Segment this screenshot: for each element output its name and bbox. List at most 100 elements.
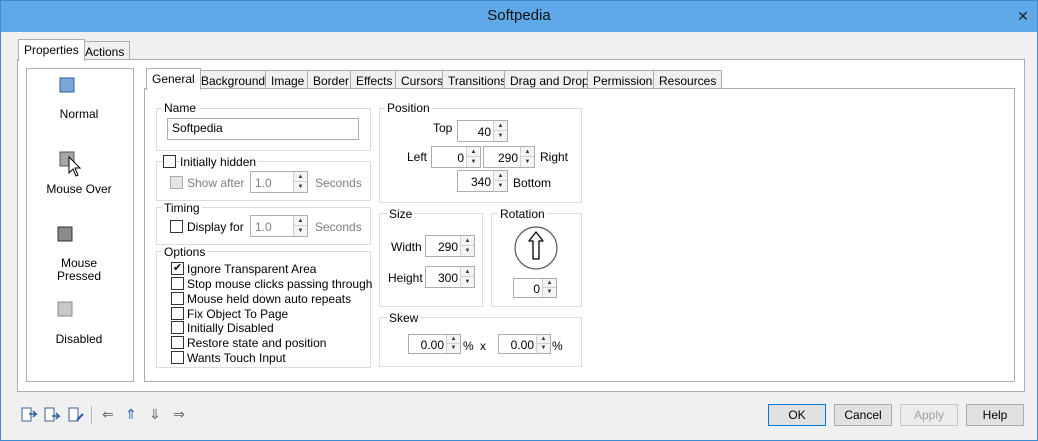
name-input[interactable]: Softpedia	[167, 118, 359, 140]
display-for-label: Display for	[187, 220, 244, 234]
chevron-down-icon[interactable]: ▼	[543, 288, 556, 297]
chevron-up-icon[interactable]: ▲	[521, 147, 534, 157]
left-stepper[interactable]: 0 ▲ ▼	[431, 146, 481, 168]
chevron-down-icon[interactable]: ▼	[461, 246, 474, 256]
tab-general[interactable]: General	[146, 68, 201, 90]
show-after-checkbox[interactable]	[170, 176, 183, 189]
rotation-group-label: Rotation	[498, 207, 547, 221]
tab-background[interactable]: Background	[195, 70, 272, 90]
right-stepper[interactable]: 290 ▲ ▼	[483, 146, 535, 168]
chevron-down-icon[interactable]: ▼	[537, 344, 550, 353]
chevron-up-icon[interactable]: ▲	[543, 279, 556, 288]
options-group-label: Options	[162, 245, 208, 259]
top-label: Top	[433, 121, 453, 135]
option-checkbox[interactable]	[171, 351, 184, 364]
chevron-down-icon[interactable]: ▼	[294, 182, 307, 192]
width-stepper[interactable]: 290 ▲ ▼	[425, 235, 475, 257]
chevron-down-icon[interactable]: ▼	[294, 226, 307, 236]
chevron-up-icon[interactable]: ▲	[294, 172, 307, 182]
tab-cursors[interactable]: Cursors	[395, 70, 450, 90]
disabled-state-icon[interactable]	[57, 301, 73, 317]
display-for-value: 1.0	[255, 220, 272, 234]
tab-effects[interactable]: Effects	[350, 70, 399, 90]
chevron-up-icon[interactable]: ▲	[447, 335, 460, 344]
initially-hidden-checkbox[interactable]	[163, 155, 176, 168]
skew-x-stepper[interactable]: 0.00 ▲ ▼	[408, 334, 461, 354]
chevron-up-icon[interactable]: ▲	[494, 121, 507, 131]
page-forward-icon[interactable]	[43, 406, 61, 424]
tab-transitions[interactable]: Transitions	[442, 70, 513, 90]
show-after-label: Show after	[187, 176, 245, 190]
skew-group-label: Skew	[387, 311, 421, 325]
timing-group-label: Timing	[162, 201, 202, 215]
option-label: Wants Touch Input	[187, 351, 286, 365]
chevron-down-icon[interactable]: ▼	[494, 131, 507, 141]
size-group	[379, 213, 483, 307]
skew-times-label: x	[480, 339, 486, 353]
rotation-dial-icon[interactable]	[513, 225, 559, 271]
right-value: 290	[497, 151, 518, 165]
option-checkbox[interactable]	[171, 336, 184, 349]
title-bar: Softpedia ✕	[1, 1, 1037, 32]
option-checkbox[interactable]	[171, 307, 184, 320]
page-export-icon[interactable]	[20, 406, 38, 424]
chevron-up-icon[interactable]: ▲	[294, 216, 307, 226]
tab-properties[interactable]: Properties	[18, 39, 85, 61]
state-mouse-pressed-label: Mouse Pressed	[56, 256, 102, 283]
chevron-down-icon[interactable]: ▼	[494, 181, 507, 191]
tab-drag-and-drop[interactable]: Drag and Drop	[504, 70, 595, 90]
top-value: 40	[477, 125, 491, 139]
normal-state-icon[interactable]	[59, 77, 75, 93]
arrow-up-icon[interactable]: ⇑	[122, 405, 140, 423]
show-after-unit: Seconds	[315, 176, 362, 190]
arrow-left-icon[interactable]: ⇐	[99, 405, 117, 423]
chevron-up-icon[interactable]: ▲	[537, 335, 550, 344]
option-checkbox[interactable]	[171, 321, 184, 334]
ok-button[interactable]: OK	[768, 404, 826, 426]
skew-y-stepper[interactable]: 0.00 ▲ ▼	[498, 334, 551, 354]
mouse-pressed-state-icon[interactable]	[57, 226, 73, 242]
chevron-up-icon[interactable]: ▲	[461, 236, 474, 246]
height-label: Height	[388, 271, 423, 285]
display-for-checkbox[interactable]	[170, 220, 183, 233]
arrow-down-icon[interactable]: ⇓	[146, 405, 164, 423]
chevron-down-icon[interactable]: ▼	[447, 344, 460, 353]
help-button[interactable]: Help	[966, 404, 1024, 426]
show-after-stepper[interactable]: 1.0 ▲ ▼	[250, 171, 308, 193]
apply-button[interactable]: Apply	[900, 404, 958, 426]
chevron-down-icon[interactable]: ▼	[461, 277, 474, 287]
tab-image[interactable]: Image	[265, 70, 311, 90]
left-label: Left	[407, 150, 428, 164]
option-checkbox[interactable]: ✔	[171, 262, 184, 275]
option-checkbox[interactable]	[171, 277, 184, 290]
option-label: Fix Object To Page	[187, 307, 289, 321]
top-stepper[interactable]: 40 ▲ ▼	[457, 120, 508, 142]
tab-actions[interactable]: Actions	[79, 41, 131, 61]
option-checkbox[interactable]	[171, 292, 184, 305]
cancel-button[interactable]: Cancel	[834, 404, 892, 426]
window-title: Softpedia	[487, 7, 551, 24]
chevron-up-icon[interactable]: ▲	[467, 147, 480, 157]
rotation-stepper[interactable]: 0 ▲ ▼	[513, 278, 557, 298]
width-value: 290	[437, 240, 458, 254]
page-edit-icon[interactable]	[67, 406, 85, 424]
chevron-up-icon[interactable]: ▲	[494, 171, 507, 181]
state-disabled-label: Disabled	[55, 332, 103, 346]
arrow-right-icon[interactable]: ⇒	[170, 405, 188, 423]
chevron-up-icon[interactable]: ▲	[461, 267, 474, 277]
position-group-label: Position	[385, 101, 432, 115]
height-stepper[interactable]: 300 ▲ ▼	[425, 266, 475, 288]
chevron-down-icon[interactable]: ▼	[521, 157, 534, 167]
close-icon[interactable]: ✕	[1013, 7, 1033, 25]
tab-resources[interactable]: Resources	[653, 70, 723, 90]
toolbar-separator	[91, 406, 92, 424]
mouse-over-state-icon[interactable]	[59, 151, 83, 177]
display-for-stepper[interactable]: 1.0 ▲ ▼	[250, 215, 308, 237]
tab-border[interactable]: Border	[307, 70, 356, 90]
name-group-label: Name	[162, 101, 199, 115]
bottom-stepper[interactable]: 340 ▲ ▼	[457, 170, 508, 192]
right-label: Right	[540, 150, 569, 164]
left-value: 0	[457, 151, 464, 165]
general-tab-panel: Name Softpedia Initially hidden Show aft…	[144, 88, 1015, 382]
chevron-down-icon[interactable]: ▼	[467, 157, 480, 167]
